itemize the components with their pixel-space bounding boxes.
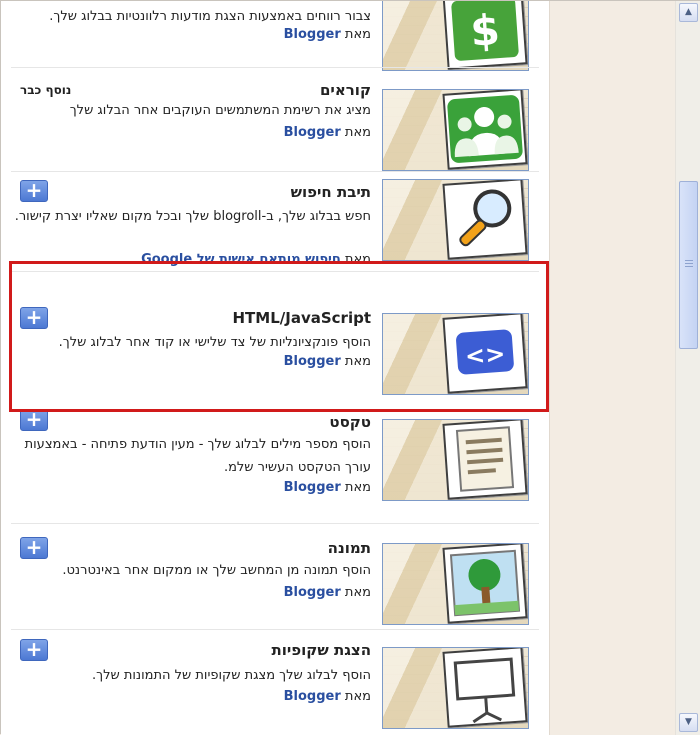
author-link[interactable]: Blogger <box>284 689 341 704</box>
separator <box>11 629 539 630</box>
by-prefix: מאת <box>344 125 371 140</box>
gadget-item-text: + טקסט הוסף מספר מילים לבלוג שלך - מעין … <box>1 405 549 533</box>
gadget-author: מאת Blogger <box>284 27 371 42</box>
highlight-box <box>9 261 549 412</box>
scroll-thumb[interactable] <box>679 181 698 349</box>
separator <box>11 67 539 68</box>
scroll-grip <box>685 263 693 264</box>
scroll-grip <box>685 266 693 267</box>
author-link[interactable]: Blogger <box>284 480 341 495</box>
add-gadget-button[interactable]: + <box>20 639 48 661</box>
gadget-thumbnail <box>382 647 529 729</box>
separator <box>11 523 539 524</box>
tree-picture-icon <box>442 544 528 624</box>
gadget-thumbnail <box>382 179 529 261</box>
gadget-author: מאת Blogger <box>284 689 371 704</box>
gadget-list: $ צבור רווחים באמצעות הצגת מודעות רלוונט… <box>1 1 549 735</box>
author-link[interactable]: Blogger <box>284 585 341 600</box>
gadget-thumbnail: $ <box>382 1 529 71</box>
gadget-title: קוראים <box>319 81 371 99</box>
scroll-down-button[interactable]: ▼ <box>679 713 698 732</box>
gadget-title: תיבת חיפוש <box>290 183 371 201</box>
gadget-title: הצגת שקופיות <box>271 641 371 659</box>
gadget-thumbnail <box>382 419 529 501</box>
gadget-description: הוסף מספר מילים לבלוג שלך - מעין הודעת פ… <box>24 437 371 475</box>
gadget-picker-window: $ צבור רווחים באמצעות הצגת מודעות רלוונט… <box>0 0 700 735</box>
author-link[interactable]: Blogger <box>284 27 341 42</box>
add-gadget-button[interactable]: + <box>20 537 48 559</box>
gadget-author: מאת Blogger <box>284 125 371 140</box>
svg-text:$: $ <box>469 5 502 56</box>
gadget-description: מציג את רשימת המשתמשים העוקבים אחר הבלוג… <box>69 103 371 118</box>
gadget-description: הוסף תמונה מן המחשב שלך או ממקום אחר באי… <box>62 563 371 578</box>
gadget-description: צבור רווחים באמצעות הצגת מודעות רלוונטיו… <box>49 9 371 24</box>
add-gadget-button[interactable]: + <box>20 180 48 202</box>
dollar-icon: $ <box>442 1 528 70</box>
by-prefix: מאת <box>344 585 371 600</box>
scroll-up-button[interactable]: ▲ <box>679 3 698 22</box>
gadget-title: טקסט <box>329 413 371 431</box>
author-link[interactable]: Blogger <box>284 125 341 140</box>
gadget-description: חפש בבלוג שלך, ב-blogroll שלך ובכל מקום … <box>14 209 371 224</box>
gadget-item-adsense: $ צבור רווחים באמצעות הצגת מודעות רלוונט… <box>1 1 549 71</box>
thumbnail-fold <box>383 1 453 70</box>
side-panel <box>549 1 675 735</box>
gadget-author: מאת Blogger <box>284 585 371 600</box>
text-document-icon <box>442 420 528 500</box>
by-prefix: מאת <box>344 27 371 42</box>
gadget-author: מאת Blogger <box>284 480 371 495</box>
scroll-grip <box>685 260 693 261</box>
already-added-label: נוסף כבר <box>20 83 72 97</box>
projector-screen-icon <box>442 648 528 728</box>
gadget-thumbnail <box>382 543 529 625</box>
by-prefix: מאת <box>344 480 371 495</box>
gadget-description: הוסף לבלוג שלך מצגת שקופיות של התמונות ש… <box>91 668 371 683</box>
gadget-title: תמונה <box>327 539 371 557</box>
gadget-thumbnail <box>382 89 529 171</box>
gadget-item-slideshow: + הצגת שקופיות הוסף לבלוג שלך מצגת שקופי… <box>1 631 549 735</box>
add-gadget-button[interactable]: + <box>20 409 48 431</box>
vertical-scrollbar[interactable]: ▲ ▼ <box>675 1 700 735</box>
by-prefix: מאת <box>344 689 371 704</box>
magnifier-icon <box>442 180 528 260</box>
people-icon <box>442 90 528 170</box>
